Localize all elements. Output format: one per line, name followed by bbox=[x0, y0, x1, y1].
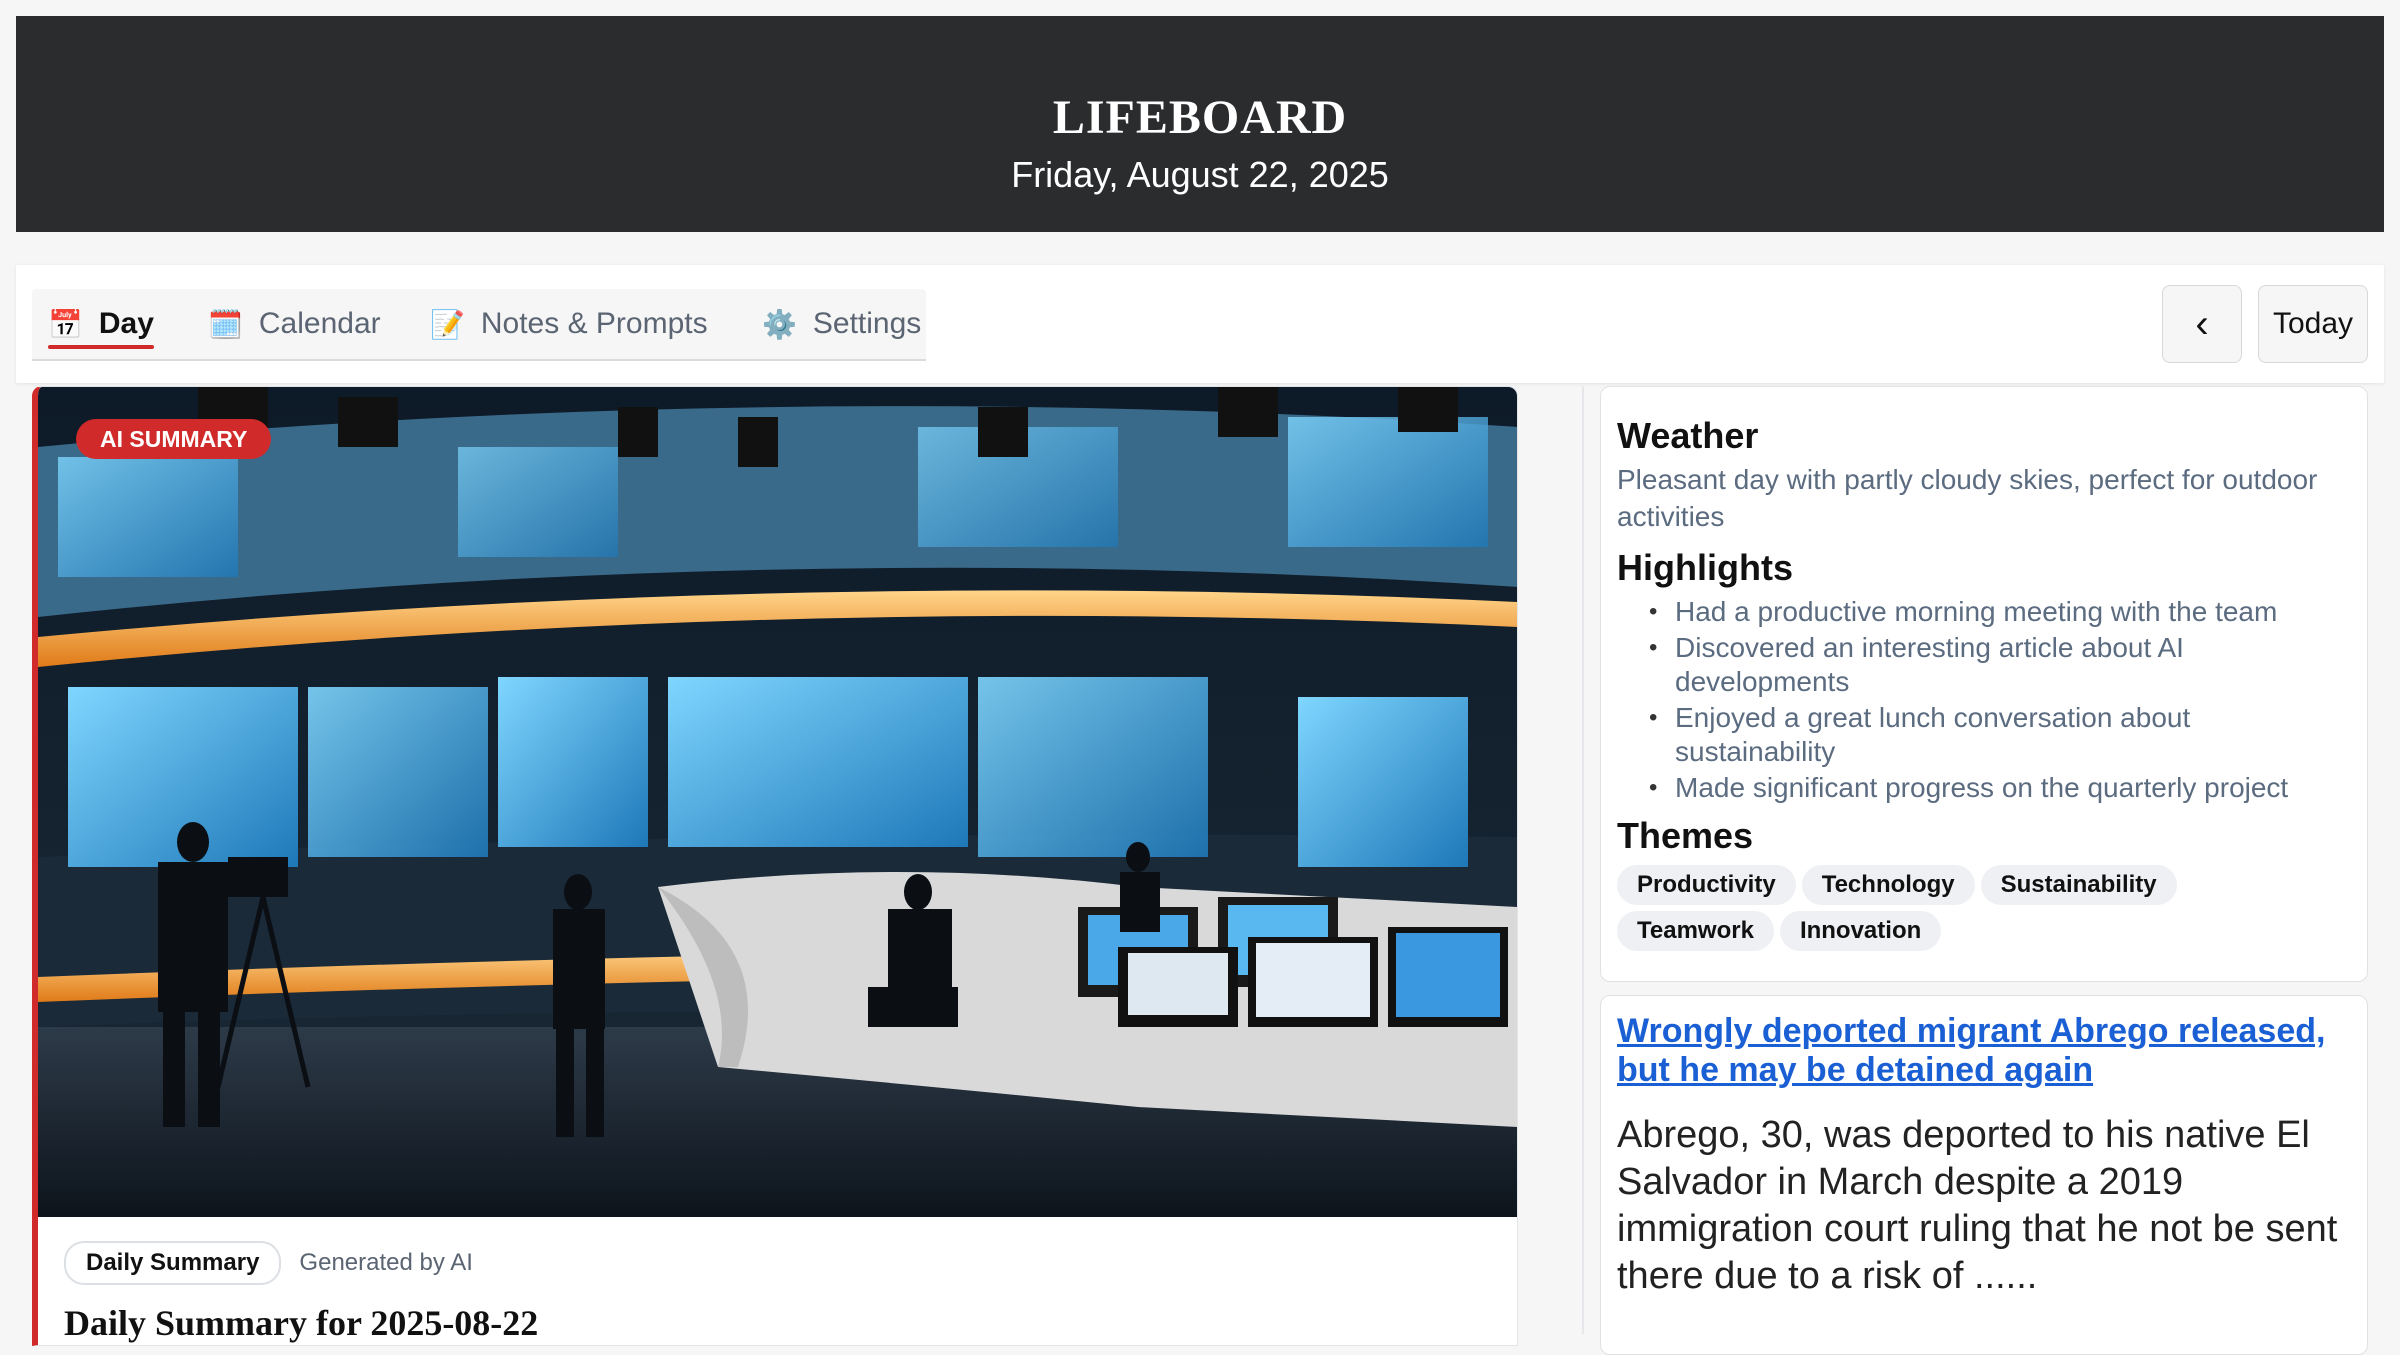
tab-bar: 📅 Day 🗓️ Calendar 📝 Notes & Prompts ⚙️ S… bbox=[32, 289, 926, 361]
tab-label: Settings bbox=[812, 307, 922, 340]
news-headline-link[interactable]: Wrongly deported migrant Abrego released… bbox=[1617, 1012, 2351, 1090]
tab-settings[interactable]: ⚙️ Settings bbox=[762, 289, 921, 359]
weather-heading: Weather bbox=[1617, 415, 1759, 456]
themes-heading: Themes bbox=[1617, 815, 1754, 856]
column-divider bbox=[1582, 386, 1584, 1334]
daily-summary-chip: Daily Summary bbox=[64, 1241, 282, 1285]
calendar-icon: 📅 bbox=[48, 308, 83, 340]
theme-chip[interactable]: Sustainability bbox=[1980, 865, 2177, 905]
highlights-heading: Highlights bbox=[1617, 547, 1793, 588]
newsroom-image bbox=[38, 387, 1517, 1217]
chevron-left-icon: ‹ bbox=[2195, 301, 2209, 346]
tab-calendar[interactable]: 🗓️ Calendar bbox=[208, 289, 381, 359]
tab-label: Day bbox=[98, 307, 154, 340]
previous-day-button[interactable]: ‹ bbox=[2162, 285, 2242, 363]
ai-summary-badge: AI SUMMARY bbox=[76, 419, 272, 459]
tab-notes-prompts[interactable]: 📝 Notes & Prompts bbox=[430, 289, 708, 359]
summary-title: Daily Summary for 2025-08-22 bbox=[64, 1303, 539, 1343]
highlight-item: Enjoyed a great lunch conversation about… bbox=[1649, 701, 2351, 769]
themes-list: Productivity Technology Sustainability T… bbox=[1617, 865, 2237, 951]
highlight-item: Had a productive morning meeting with th… bbox=[1649, 595, 2351, 629]
tab-label: Notes & Prompts bbox=[480, 307, 708, 340]
highlights-list: Had a productive morning meeting with th… bbox=[1617, 595, 2351, 805]
current-date: Friday, August 22, 2025 bbox=[1011, 154, 1389, 195]
calendar-icon: 🗓️ bbox=[208, 308, 243, 340]
active-tab-indicator bbox=[48, 345, 154, 349]
memo-icon: 📝 bbox=[430, 308, 465, 340]
news-card: Wrongly deported migrant Abrego released… bbox=[1600, 995, 2368, 1355]
weather-text: Pleasant day with partly cloudy skies, p… bbox=[1617, 464, 2318, 532]
summary-meta: Daily Summary Generated by AI bbox=[64, 1241, 473, 1285]
nav-bar: 📅 Day 🗓️ Calendar 📝 Notes & Prompts ⚙️ S… bbox=[16, 265, 2384, 383]
app-title: LIFEBOARD bbox=[1052, 91, 1348, 144]
highlight-item: Discovered an interesting article about … bbox=[1649, 631, 2351, 699]
app-header: LIFEBOARD Friday, August 22, 2025 bbox=[16, 16, 2384, 232]
today-button[interactable]: Today bbox=[2258, 285, 2368, 363]
theme-chip[interactable]: Technology bbox=[1801, 865, 1975, 905]
highlight-item: Made significant progress on the quarter… bbox=[1649, 771, 2351, 805]
theme-chip[interactable]: Teamwork bbox=[1617, 911, 1774, 951]
theme-chip[interactable]: Innovation bbox=[1779, 911, 1942, 951]
news-excerpt: Abrego, 30, was deported to his native E… bbox=[1617, 1114, 2338, 1297]
tab-label: Calendar bbox=[258, 307, 381, 340]
theme-chip[interactable]: Productivity bbox=[1617, 865, 1796, 905]
gear-icon: ⚙️ bbox=[762, 308, 797, 340]
generated-label: Generated by AI bbox=[299, 1249, 473, 1276]
tab-day[interactable]: 📅 Day bbox=[48, 289, 154, 359]
ai-summary-card[interactable]: AI SUMMARY Daily Summary Generated by AI… bbox=[32, 386, 1518, 1346]
day-summary-card: Weather Pleasant day with partly cloudy … bbox=[1600, 386, 2368, 982]
